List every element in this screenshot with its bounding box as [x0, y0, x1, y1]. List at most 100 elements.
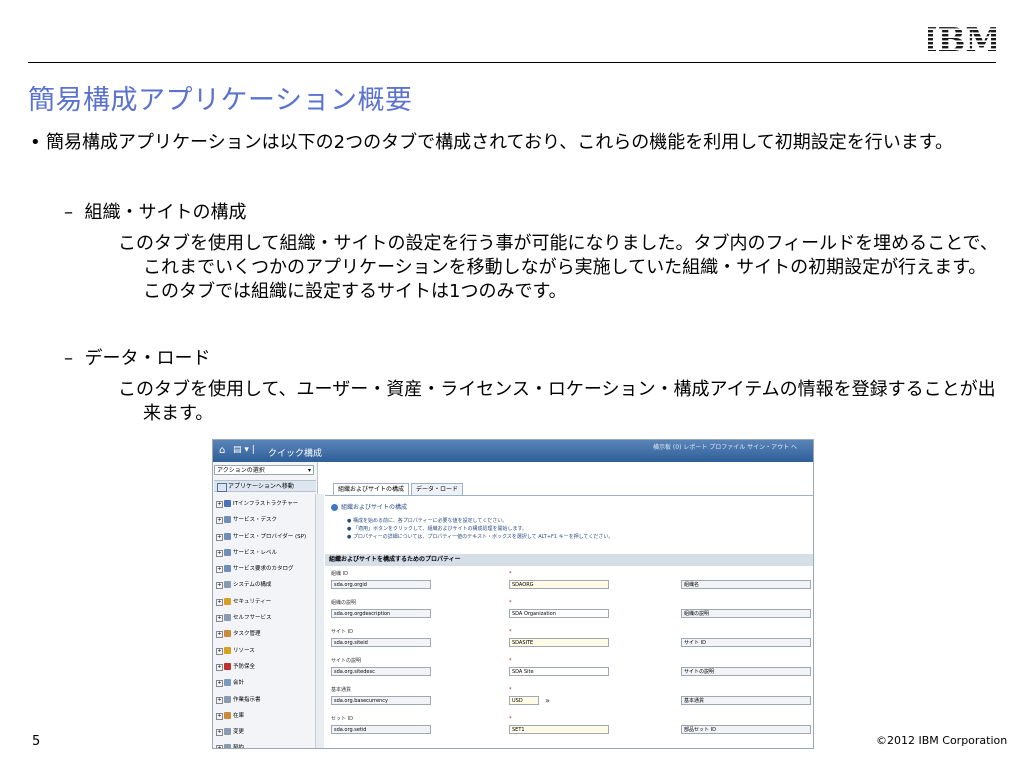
- tab-data-load[interactable]: データ・ロード: [411, 483, 464, 495]
- property-value-input[interactable]: SET1: [509, 725, 609, 734]
- subitem-data-load: – データ・ロード: [64, 348, 211, 369]
- property-description-field: 基本通貨: [681, 696, 811, 705]
- required-marker: *: [509, 629, 512, 635]
- nav-item[interactable]: + 会計: [213, 675, 315, 691]
- app-topbar: ⌂ ▤ ▾ | クイック構成 横示板 (0) レポート プロファイル サイン・ア…: [213, 440, 813, 462]
- lookup-icon[interactable]: »: [545, 696, 550, 705]
- property-label: セット ID: [331, 716, 353, 722]
- app-category-icon: [224, 532, 231, 540]
- nav-item[interactable]: + セルフサービス: [213, 610, 315, 626]
- nav-item[interactable]: + タスク管理: [213, 626, 315, 642]
- property-value-input[interactable]: SDA Organization: [509, 609, 609, 618]
- bullet-text: 簡易構成アプリケーションは以下の2つのタブで構成されており、これらの機能を利用し…: [46, 132, 953, 153]
- nav-item[interactable]: + 変更: [213, 724, 315, 740]
- app-category-icon: [224, 614, 231, 622]
- copyright: ©2012 IBM Corporation: [876, 734, 1008, 747]
- go-to-apps-header[interactable]: アプリケーションへ移動: [214, 480, 316, 492]
- nav-item[interactable]: + ITインフラストラクチャー: [213, 496, 315, 512]
- nav-item[interactable]: + セキュリティー: [213, 594, 315, 610]
- nav-item-label: サービス・デスク: [233, 517, 278, 524]
- action-select[interactable]: アクションの選択 ▾: [214, 465, 314, 475]
- app-category-icon: [224, 728, 231, 736]
- app-category-icon: [224, 500, 231, 507]
- property-value-input[interactable]: SDASITE: [509, 638, 609, 647]
- property-description-field: 組織名: [681, 580, 811, 589]
- nav-item[interactable]: + サービス要求のカタログ: [213, 561, 315, 577]
- app-category-icon: [224, 711, 231, 719]
- app-category-icon: [224, 630, 231, 638]
- nav-item[interactable]: + 契約: [213, 740, 315, 748]
- chevron-down-icon: ▾: [307, 467, 311, 474]
- app-category-icon: [224, 646, 231, 654]
- app-main: 組織およびサイトの構成 データ・ロード 組織およびサイトの構成 ● 構成を始める…: [325, 462, 813, 748]
- app-category-icon: [224, 597, 231, 605]
- expand-icon[interactable]: +: [216, 745, 223, 748]
- expand-icon[interactable]: +: [216, 598, 223, 606]
- nav-item[interactable]: + サービス・デスク: [213, 512, 315, 528]
- expand-icon[interactable]: +: [216, 680, 223, 688]
- nav-item-label: セキュリティー: [233, 598, 272, 605]
- instruction-item: ● 構成を始める前に、各プロパティーに必要な値を設定してください。: [347, 518, 508, 524]
- header-rule: [28, 62, 996, 63]
- expand-icon[interactable]: +: [216, 712, 223, 720]
- main-bullet: • 簡易構成アプリケーションは以下の2つのタブで構成されており、これらの機能を利…: [30, 131, 1000, 155]
- expand-icon[interactable]: +: [216, 663, 223, 671]
- required-marker: *: [509, 600, 512, 606]
- nav-item[interactable]: + 在庫: [213, 708, 315, 724]
- property-value-input[interactable]: SDAORG: [509, 580, 609, 589]
- expand-icon[interactable]: +: [216, 501, 223, 508]
- property-value-input[interactable]: SDA Site: [509, 667, 609, 676]
- expand-icon[interactable]: +: [216, 647, 223, 655]
- expand-icon[interactable]: +: [216, 517, 223, 525]
- property-value-input[interactable]: USD: [509, 696, 539, 705]
- nav-item-label: サービス・レベル: [233, 549, 278, 556]
- nav-menu-icon[interactable]: ▤ ▾ |: [233, 445, 255, 455]
- expand-icon[interactable]: +: [216, 566, 223, 574]
- nav-item-label: タスク管理: [233, 631, 261, 638]
- expand-icon[interactable]: +: [216, 549, 223, 557]
- nav-item[interactable]: + サービス・プロバイダー (SP): [213, 529, 315, 545]
- nav-item-label: 変更: [233, 729, 245, 736]
- nav-item[interactable]: + サービス・レベル: [213, 545, 315, 561]
- instruction-item: ● 「適用」ボタンをクリックして、組織およびサイトの構成処理を開始します。: [347, 526, 528, 532]
- property-key-field: sda.org.orgdescription: [331, 609, 431, 618]
- app-category-icon: [224, 548, 231, 556]
- required-marker: *: [509, 716, 512, 722]
- instruction-item: ● プロパティーの詳細については、プロパティー値のテキスト・ボックスを選択して …: [347, 534, 614, 540]
- app-category-icon: [224, 516, 231, 524]
- property-label: 組織の説明: [331, 600, 357, 606]
- home-icon[interactable]: ⌂: [219, 445, 225, 456]
- action-select-value: アクションの選択: [217, 467, 265, 474]
- nav-item-label: リソース: [233, 647, 255, 654]
- required-marker: *: [509, 571, 512, 577]
- help-icon: [331, 504, 338, 511]
- sidebar-scrollbar[interactable]: [315, 494, 324, 748]
- nav-item-label: 会計: [233, 680, 245, 687]
- go-to-apps-label: アプリケーションへ移動: [228, 483, 294, 490]
- property-label: 組織 ID: [331, 571, 348, 577]
- expand-icon[interactable]: +: [216, 582, 223, 590]
- expand-icon[interactable]: +: [216, 631, 223, 639]
- expand-icon[interactable]: +: [216, 696, 223, 704]
- nav-item-label: 作業指示書: [233, 696, 261, 703]
- required-marker: *: [509, 687, 512, 693]
- data-load-desc-text: このタブを使用して、ユーザー・資産・ライセンス・ロケーション・構成アイテムの情報…: [118, 379, 996, 424]
- header-links[interactable]: 横示板 (0) レポート プロファイル サイン・アウト ヘ: [653, 442, 797, 451]
- property-description-field: サイトの説明: [681, 667, 811, 676]
- tab-org-site-config[interactable]: 組織およびサイトの構成: [333, 483, 410, 495]
- expand-icon[interactable]: +: [216, 729, 223, 737]
- nav-item[interactable]: + リソース: [213, 643, 315, 659]
- app-category-icon: [224, 744, 231, 748]
- expand-icon[interactable]: +: [216, 533, 223, 541]
- nav-item-label: 在庫: [233, 712, 245, 719]
- expand-icon[interactable]: +: [216, 615, 223, 623]
- property-key-field: sda.org.basecurrency: [331, 696, 431, 705]
- nav-item-label: 予防保全: [233, 663, 256, 670]
- nav-item[interactable]: + 予防保全: [213, 659, 315, 675]
- tab-bar: 組織およびサイトの構成 データ・ロード: [325, 481, 813, 496]
- nav-item[interactable]: + 作業指示書: [213, 692, 315, 708]
- nav-item-label: システムの構成: [233, 582, 272, 589]
- org-site-description: このタブを使用して組織・サイトの設定を行う事が可能になりました。タブ内のフィール…: [118, 232, 998, 304]
- property-key-field: sda.org.siteid: [331, 638, 431, 647]
- nav-item[interactable]: + システムの構成: [213, 577, 315, 593]
